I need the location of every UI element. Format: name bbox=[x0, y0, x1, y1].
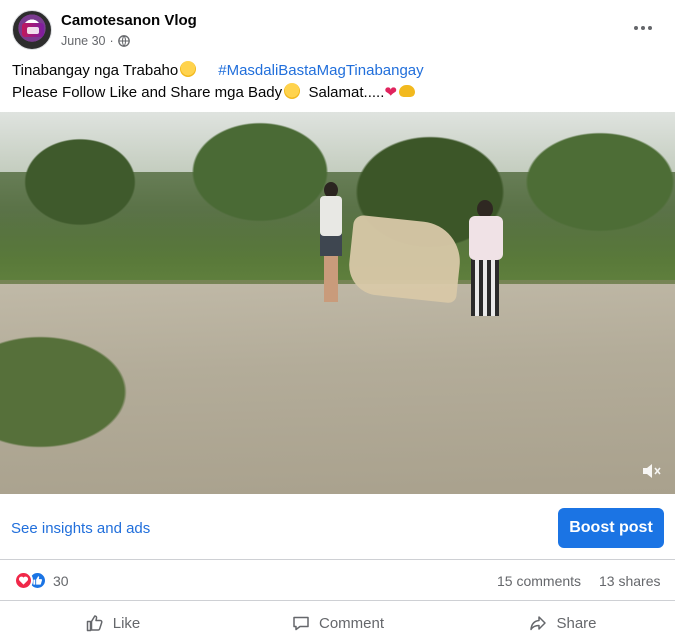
more-options-icon[interactable] bbox=[628, 16, 658, 40]
share-button[interactable]: Share bbox=[450, 602, 675, 644]
video-grass bbox=[0, 312, 150, 472]
share-label: Share bbox=[556, 614, 597, 632]
post-caption: Tinabangay nga Trabaho #MasdaliBastaMagTi… bbox=[12, 60, 662, 104]
hashtag-link[interactable]: #MasdaliBastaMagTinabangay bbox=[218, 62, 423, 79]
caption-text-2: Please Follow Like and Share mga Bady bbox=[12, 84, 283, 101]
boost-post-button[interactable]: Boost post bbox=[558, 508, 664, 548]
insights-bar: See insights and ads Boost post bbox=[0, 494, 675, 560]
globe-icon[interactable] bbox=[117, 35, 130, 47]
see-insights-link[interactable]: See insights and ads bbox=[11, 520, 150, 537]
love-reaction-icon bbox=[14, 571, 33, 590]
smile-emoji-icon bbox=[180, 61, 197, 77]
heart-emoji-icon: ❤ bbox=[384, 84, 397, 101]
like-button[interactable]: Like bbox=[0, 602, 225, 644]
comments-count[interactable]: 15 comments bbox=[497, 573, 581, 589]
page-avatar[interactable] bbox=[12, 10, 52, 50]
reaction-count[interactable]: 30 bbox=[53, 573, 69, 589]
reactions-summary[interactable]: 30 bbox=[14, 571, 69, 590]
video-person-left bbox=[318, 182, 344, 304]
page-name[interactable]: Camotesanon Vlog bbox=[61, 12, 197, 29]
video-person-right bbox=[465, 200, 505, 316]
caption-line-2: Please Follow Like and Share mga Bady Sa… bbox=[12, 82, 662, 104]
caption-line-1: Tinabangay nga Trabaho #MasdaliBastaMagTi… bbox=[12, 60, 662, 82]
mute-icon[interactable] bbox=[640, 460, 662, 482]
comment-label: Comment bbox=[318, 614, 385, 632]
post-meta: June 30 · bbox=[61, 34, 130, 48]
share-icon bbox=[530, 616, 547, 631]
comment-button[interactable]: Comment bbox=[225, 602, 450, 644]
like-label: Like bbox=[112, 614, 141, 632]
comment-icon bbox=[293, 616, 309, 631]
post-header: Camotesanon Vlog June 30 · bbox=[0, 0, 675, 58]
caption-text-3: Salamat..... bbox=[308, 84, 385, 101]
video-player[interactable] bbox=[0, 112, 675, 494]
post-date[interactable]: June 30 bbox=[61, 34, 105, 48]
post-stats: 30 15 comments 13 shares bbox=[0, 561, 675, 601]
meta-separator: · bbox=[109, 34, 114, 48]
smile-emoji-icon bbox=[284, 83, 301, 99]
post-actions: Like Comment Share bbox=[0, 602, 675, 644]
caption-text-1: Tinabangay nga Trabaho bbox=[12, 62, 179, 79]
avatar-logo-mark bbox=[27, 27, 39, 34]
shares-count[interactable]: 13 shares bbox=[599, 573, 660, 589]
hands-emoji-icon bbox=[398, 85, 415, 97]
thumbs-up-icon bbox=[86, 615, 103, 632]
